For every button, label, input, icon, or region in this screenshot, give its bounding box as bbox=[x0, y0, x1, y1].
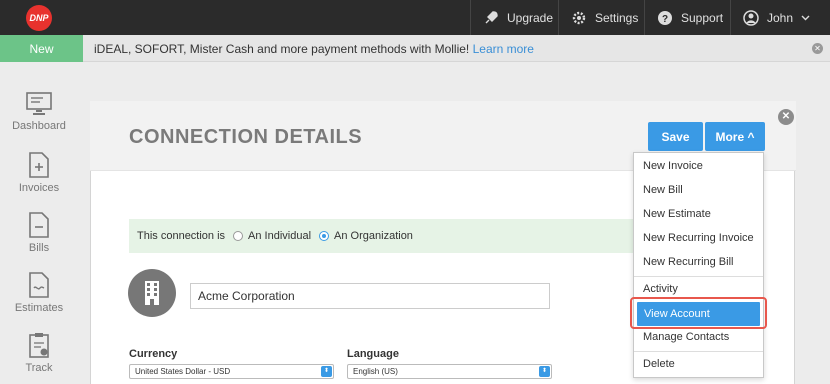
radio-unselected[interactable] bbox=[233, 231, 244, 241]
menu-item-new-estimate[interactable]: New Estimate bbox=[634, 202, 763, 226]
sidebar-item-label: Track bbox=[25, 362, 53, 374]
language-select[interactable]: English (US) ⬍ bbox=[347, 364, 552, 379]
menu-item-new-recurring-bill[interactable]: New Recurring Bill bbox=[634, 250, 763, 274]
select-arrows-icon: ⬍ bbox=[321, 366, 332, 377]
app-logo[interactable]: DNP bbox=[26, 5, 52, 31]
notice-bar: New iDEAL, SOFORT, Mister Cash and more … bbox=[0, 35, 830, 62]
new-badge: New bbox=[0, 35, 83, 62]
question-icon: ? bbox=[657, 10, 673, 26]
radio-individual-label: An Individual bbox=[248, 230, 312, 242]
sidebar-item-invoices[interactable]: Invoices bbox=[0, 152, 78, 212]
menu-item-delete[interactable]: Delete bbox=[634, 352, 763, 376]
clipboard-icon bbox=[0, 332, 78, 358]
top-bar: DNP Upgrade Settings ? Support John bbox=[0, 0, 830, 35]
estimate-icon bbox=[0, 272, 78, 298]
support-link[interactable]: ? Support bbox=[644, 0, 730, 35]
rocket-icon bbox=[483, 10, 499, 26]
upgrade-label: Upgrade bbox=[507, 10, 554, 25]
user-icon bbox=[743, 9, 759, 26]
sidebar-item-estimates[interactable]: Estimates bbox=[0, 272, 78, 332]
sidebar-item-dashboard[interactable]: Dashboard bbox=[0, 92, 78, 152]
settings-label: Settings bbox=[595, 10, 639, 25]
gear-icon bbox=[571, 10, 587, 26]
more-button[interactable]: More ^ bbox=[705, 122, 765, 151]
currency-select[interactable]: United States Dollar - USD ⬍ bbox=[129, 364, 334, 379]
sidebar: Dashboard Invoices Bills Estimates Track bbox=[0, 62, 80, 384]
building-icon[interactable] bbox=[128, 269, 176, 317]
language-value: English (US) bbox=[353, 367, 398, 376]
sidebar-item-track[interactable]: Track bbox=[0, 332, 78, 384]
highlight-outline bbox=[630, 297, 767, 329]
save-button[interactable]: Save bbox=[648, 122, 703, 151]
close-icon[interactable]: ✕ bbox=[778, 109, 794, 125]
radio-organization-label: An Organization bbox=[334, 230, 413, 242]
sidebar-item-bills[interactable]: Bills bbox=[0, 212, 78, 272]
page-title: CONNECTION DETAILS bbox=[129, 126, 363, 148]
chevron-down-icon bbox=[801, 13, 810, 22]
bill-icon bbox=[0, 212, 78, 238]
upgrade-link[interactable]: Upgrade bbox=[470, 0, 558, 35]
user-name: John bbox=[767, 10, 794, 25]
menu-item-new-invoice[interactable]: New Invoice bbox=[634, 154, 763, 178]
connection-type-row: This connection is An Individual An Orga… bbox=[129, 219, 635, 253]
sidebar-item-label: Bills bbox=[28, 242, 50, 254]
select-arrows-icon: ⬍ bbox=[539, 366, 550, 377]
notice-text: iDEAL, SOFORT, Mister Cash and more paym… bbox=[94, 42, 470, 56]
notice-message: iDEAL, SOFORT, Mister Cash and more paym… bbox=[94, 42, 534, 56]
user-menu[interactable]: John bbox=[730, 0, 830, 35]
svg-text:?: ? bbox=[662, 14, 668, 25]
support-label: Support bbox=[681, 10, 724, 25]
sidebar-item-label: Dashboard bbox=[12, 120, 66, 132]
currency-value: United States Dollar - USD bbox=[135, 367, 231, 376]
radio-individual[interactable]: An Individual bbox=[233, 230, 311, 242]
sidebar-item-label: Estimates bbox=[14, 302, 64, 314]
sidebar-item-label: Invoices bbox=[18, 182, 60, 194]
invoice-icon bbox=[0, 152, 78, 178]
monitor-icon bbox=[0, 92, 78, 116]
currency-label: Currency bbox=[129, 348, 178, 360]
organization-name-input[interactable] bbox=[190, 283, 550, 309]
close-icon[interactable]: ✕ bbox=[812, 43, 823, 54]
language-label: Language bbox=[347, 348, 399, 360]
learn-more-link[interactable]: Learn more bbox=[473, 42, 534, 56]
menu-item-new-bill[interactable]: New Bill bbox=[634, 178, 763, 202]
radio-selected[interactable] bbox=[319, 231, 330, 241]
more-dropdown-menu: New Invoice New Bill New Estimate New Re… bbox=[633, 152, 764, 378]
menu-item-new-recurring-invoice[interactable]: New Recurring Invoice bbox=[634, 226, 763, 250]
connection-type-label: This connection is bbox=[137, 230, 226, 242]
radio-organization[interactable]: An Organization bbox=[319, 230, 413, 242]
settings-link[interactable]: Settings bbox=[558, 0, 644, 35]
